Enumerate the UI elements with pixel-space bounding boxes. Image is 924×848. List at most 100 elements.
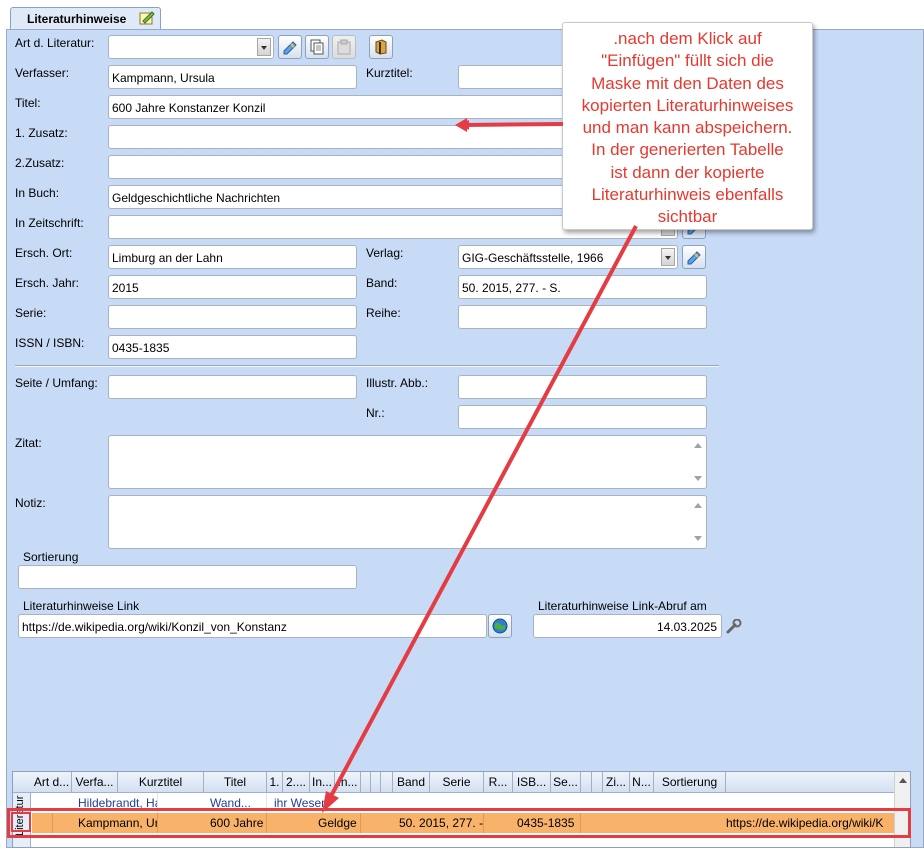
link-label: Literaturhinweise Link xyxy=(23,599,140,613)
callout-line: "Einfügen" füllt sich die xyxy=(601,51,774,71)
zitat-textarea[interactable] xyxy=(108,435,707,489)
section-divider xyxy=(15,365,719,367)
annotation-callout: .nach dem Klick auf "Einfügen" füllt sic… xyxy=(562,22,813,230)
edit-verlag-button[interactable] xyxy=(682,245,706,269)
scrollbar[interactable] xyxy=(690,437,705,487)
reihe-field[interactable] xyxy=(458,305,707,329)
titel-label: Titel: xyxy=(15,96,41,110)
abruf-label: Literaturhinweise Link-Abruf am xyxy=(538,599,707,613)
column-header[interactable]: R... xyxy=(484,772,513,793)
edit-note-icon xyxy=(139,11,155,25)
band-label: Band: xyxy=(366,276,398,290)
edit-icon xyxy=(283,41,297,55)
paste-button[interactable] xyxy=(332,35,356,59)
zusatz1-label: 1. Zusatz: xyxy=(15,126,68,140)
zitat-label: Zitat: xyxy=(15,436,42,450)
column-header[interactable]: ISB... xyxy=(513,772,551,793)
copy-button[interactable] xyxy=(305,35,329,59)
titel-field[interactable]: 600 Jahre Konstanzer Konzil xyxy=(108,95,568,119)
column-header[interactable]: Band xyxy=(393,772,430,793)
copy-icon xyxy=(310,39,324,55)
book-button[interactable] xyxy=(369,35,393,59)
serie-label: Serie: xyxy=(15,306,47,320)
column-header[interactable]: Zi... xyxy=(603,772,630,793)
inbuch-field[interactable]: Geldgeschichtliche Nachrichten xyxy=(108,185,568,209)
column-header[interactable]: In... xyxy=(310,772,335,793)
column-header[interactable]: Sortierung xyxy=(654,772,726,793)
globe-icon xyxy=(492,618,508,634)
callout-line: Literaturhinweis ebenfalls xyxy=(591,185,784,205)
scrollbar[interactable] xyxy=(690,497,705,547)
table-header: Art d... Verfa... Kurztitel Titel 1. 2..… xyxy=(13,772,895,793)
zusatz2-field[interactable] xyxy=(108,155,568,179)
tab-label: Literaturhinweise xyxy=(27,12,127,26)
callout-line: .nach dem Klick auf xyxy=(613,29,762,48)
sortierung-field[interactable] xyxy=(18,565,357,589)
zusatz1-field[interactable] xyxy=(108,125,568,149)
column-header[interactable]: N... xyxy=(630,772,654,793)
callout-line: In der generierten Tabelle xyxy=(591,140,784,160)
column-header[interactable] xyxy=(381,772,393,793)
column-header[interactable]: Verfa... xyxy=(72,772,118,793)
sortierung-label: Sortierung xyxy=(23,550,79,564)
reihe-label: Reihe: xyxy=(366,306,401,320)
inzeitschrift-label: In Zeitschrift: xyxy=(15,216,84,230)
column-header[interactable]: Kurztitel xyxy=(118,772,204,793)
link-field[interactable]: https://de.wikipedia.org/wiki/Konzil_von… xyxy=(18,614,487,638)
band-field[interactable]: 50. 2015, 277. - S. xyxy=(458,275,707,299)
notiz-textarea[interactable] xyxy=(108,495,707,549)
callout-line: kopierten Literaturhinweises xyxy=(581,95,794,115)
verlag-select[interactable]: GIG-Geschäftsstelle, 1966 xyxy=(458,245,678,269)
issn-field[interactable]: 0435-1835 xyxy=(108,335,357,359)
verlag-label: Verlag: xyxy=(366,246,404,260)
illustr-label: Illustr. Abb.: xyxy=(366,376,429,390)
edit-icon xyxy=(687,251,701,265)
callout-line: Maske mit den Daten des xyxy=(591,73,784,93)
column-header[interactable]: 1. xyxy=(267,772,283,793)
notiz-label: Notiz: xyxy=(15,496,46,510)
edit-art-button[interactable] xyxy=(278,35,302,59)
highlight-frame-small xyxy=(11,812,31,832)
chevron-down-icon[interactable] xyxy=(661,248,675,266)
ort-label: Ersch. Ort: xyxy=(15,246,73,260)
serie-field[interactable] xyxy=(108,305,357,329)
column-header[interactable]: 2.... xyxy=(283,772,310,793)
callout-line: sichtbar xyxy=(657,207,718,227)
zusatz2-label: 2.Zusatz: xyxy=(15,156,65,170)
ort-field[interactable]: Limburg an der Lahn xyxy=(108,245,357,269)
art-select[interactable] xyxy=(108,35,274,59)
callout-line: ist dann der kopierte xyxy=(610,162,765,182)
column-header[interactable]: In... xyxy=(335,772,361,793)
abruf-date-field[interactable]: 14.03.2025 xyxy=(533,614,722,638)
inbuch-label: In Buch: xyxy=(15,186,60,200)
verfasser-label: Verfasser: xyxy=(15,66,70,80)
callout-line: und man kann abspeichern. xyxy=(582,118,793,138)
art-label: Art d. Literatur: xyxy=(15,36,95,50)
column-header[interactable] xyxy=(581,772,592,793)
seite-label: Seite / Umfang: xyxy=(15,376,98,390)
nr-label: Nr.: xyxy=(366,406,385,420)
paste-icon xyxy=(337,39,351,55)
tab-literaturhinweise[interactable]: Literaturhinweise xyxy=(10,7,161,30)
open-link-button[interactable] xyxy=(488,614,512,638)
kurztitel-label: Kurztitel: xyxy=(366,66,413,80)
chevron-down-icon[interactable] xyxy=(257,38,271,56)
jahr-field[interactable]: 2015 xyxy=(108,275,357,299)
verfasser-field[interactable]: Kampmann, Ursula xyxy=(108,65,357,89)
wrench-icon[interactable] xyxy=(725,619,743,635)
column-header[interactable]: Titel xyxy=(204,772,267,793)
illustr-field[interactable] xyxy=(458,375,707,399)
column-header[interactable] xyxy=(592,772,603,793)
column-header[interactable]: Se... xyxy=(551,772,581,793)
column-header[interactable] xyxy=(361,772,371,793)
column-header[interactable]: Art d... xyxy=(32,772,72,793)
seite-field[interactable] xyxy=(108,375,357,399)
highlight-frame xyxy=(7,808,911,838)
book-icon xyxy=(375,39,387,55)
kurztitel-field[interactable] xyxy=(458,65,568,89)
column-header[interactable] xyxy=(371,772,381,793)
column-header[interactable]: Serie xyxy=(430,772,484,793)
issn-label: ISSN / ISBN: xyxy=(15,336,85,350)
jahr-label: Ersch. Jahr: xyxy=(15,276,80,290)
nr-field[interactable] xyxy=(458,405,707,429)
